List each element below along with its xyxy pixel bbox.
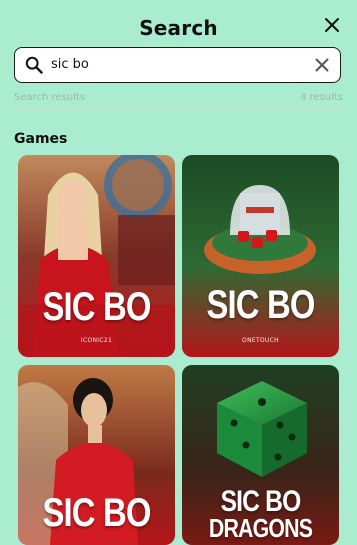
clear-icon[interactable] — [314, 57, 330, 73]
header: Search — [0, 0, 357, 48]
results-summary: Search results 4 results — [14, 92, 343, 109]
page-title: Search — [139, 16, 218, 40]
game-tile-sic-bo[interactable]: SIC BO — [18, 365, 175, 545]
game-title: SIC BO — [42, 285, 151, 329]
game-title: SIC BO — [220, 485, 302, 518]
results-count: 4 results — [299, 92, 343, 103]
search-icon — [25, 56, 43, 74]
game-title: SIC BO — [42, 491, 151, 535]
game-subtitle: ICONIC21 — [80, 337, 113, 344]
game-title: SIC BO — [206, 283, 315, 327]
search-input[interactable] — [51, 48, 301, 81]
close-button[interactable] — [321, 14, 343, 36]
game-tile-sic-bo-onetouch[interactable]: SIC BO ONETOUCH — [182, 155, 339, 357]
game-subtitle: ONETOUCH — [242, 337, 279, 344]
search-field[interactable] — [14, 47, 341, 83]
game-tile-sic-bo-dragons[interactable]: SIC BO DRAGONS — [182, 365, 339, 545]
close-icon — [325, 18, 339, 32]
game-tile-sic-bo-iconic[interactable]: SIC BO ICONIC21 — [18, 155, 175, 357]
results-label: Search results — [14, 92, 86, 103]
game-title-line2: DRAGONS — [208, 513, 313, 543]
section-title-games: Games — [14, 131, 68, 147]
